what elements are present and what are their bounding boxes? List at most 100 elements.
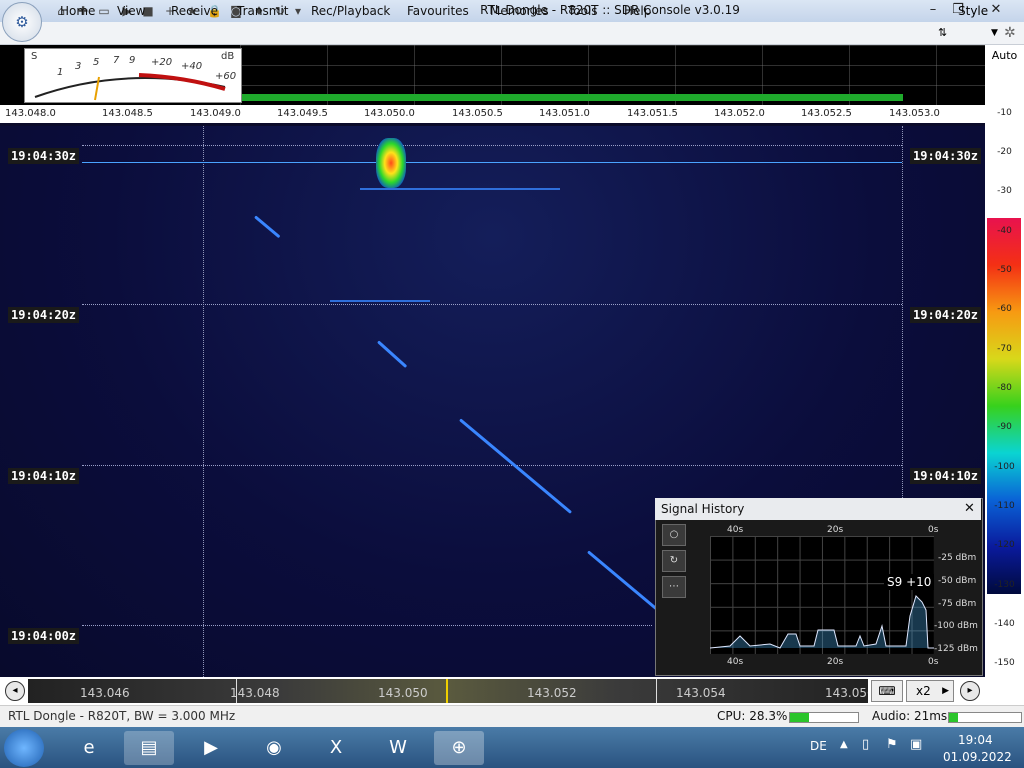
- style-menu[interactable]: Style: [958, 4, 988, 18]
- freq-label: 143.048.0: [5, 108, 56, 119]
- menu-rec-playback[interactable]: Rec/Playback: [311, 4, 390, 18]
- menu-receive[interactable]: Receive: [171, 4, 218, 18]
- scroll-right-button[interactable]: ▸: [960, 681, 980, 701]
- history-time-label: 40s: [727, 657, 744, 667]
- band-freq-label: 143.048: [230, 686, 280, 700]
- scroll-left-button[interactable]: ◂: [5, 681, 25, 701]
- keyboard-button[interactable]: ⌨: [871, 680, 903, 702]
- signal-history-trace: [710, 595, 934, 649]
- time-label: 19:04:00z: [8, 628, 80, 644]
- spectrum-trace: [240, 94, 903, 101]
- reset-icon[interactable]: ↻: [662, 550, 686, 572]
- freq-label: 143.048.5: [102, 108, 153, 119]
- menu-transmit[interactable]: Transmit: [237, 4, 288, 18]
- record-icon[interactable]: ○: [662, 524, 686, 546]
- level-label: -50: [997, 265, 1012, 275]
- tray-device-icon[interactable]: ▯: [862, 737, 869, 752]
- menu-memories[interactable]: Memories: [490, 4, 549, 18]
- word-icon[interactable]: W: [373, 731, 423, 765]
- level-label: -90: [997, 422, 1012, 432]
- level-label: -130: [994, 580, 1015, 590]
- excel-icon[interactable]: X: [311, 731, 361, 765]
- menu-help[interactable]: Help: [624, 4, 651, 18]
- minimize-button[interactable]: –: [922, 1, 944, 19]
- history-dbm-label: -125 dBm: [934, 644, 978, 654]
- s-meter-arc: [34, 73, 226, 101]
- time-label: 19:04:10z: [910, 468, 982, 484]
- folder-icon[interactable]: ▭: [97, 4, 111, 18]
- freq-gridline: [203, 126, 204, 677]
- menu-bar: [0, 22, 1024, 45]
- cpu-usage: CPU: 28.3%: [717, 709, 788, 723]
- band-edge-marker: [656, 679, 657, 703]
- tray-network-icon[interactable]: ▣: [910, 737, 922, 752]
- play-arrow-icon: ▶: [942, 686, 949, 696]
- signal-history-title: Signal History: [661, 502, 745, 516]
- freq-label: 143.052.0: [714, 108, 765, 119]
- menu-view[interactable]: View: [117, 4, 145, 18]
- level-label: -110: [994, 501, 1015, 511]
- settings-gear-icon[interactable]: ✲: [1004, 25, 1016, 41]
- band-freq-label: 143.054: [676, 686, 726, 700]
- more-icon[interactable]: ⋯: [662, 576, 686, 598]
- freq-label: 143.050.0: [364, 108, 415, 119]
- audio-meter: [948, 712, 1022, 723]
- menu-home[interactable]: Home: [60, 4, 95, 18]
- level-label: -30: [997, 186, 1012, 196]
- time-label: 19:04:10z: [8, 468, 80, 484]
- style-arrows-icon: ⇅: [938, 26, 948, 39]
- app-menu-button[interactable]: ⚙: [2, 2, 42, 42]
- freq-label: 143.050.5: [452, 108, 503, 119]
- history-time-label: 20s: [827, 525, 844, 535]
- start-button[interactable]: [4, 729, 44, 767]
- clock-date[interactable]: 01.09.2022: [943, 750, 1012, 764]
- tuning-marker[interactable]: [446, 679, 448, 703]
- time-gridline: [82, 625, 652, 626]
- close-button[interactable]: ✕: [985, 1, 1007, 19]
- level-label: -20: [997, 147, 1012, 157]
- keyboard-icon: ⌨: [878, 684, 896, 698]
- language-indicator[interactable]: DE: [810, 739, 827, 753]
- history-time-label: 20s: [827, 657, 844, 667]
- level-label: -70: [997, 344, 1012, 354]
- zoom-x2-button[interactable]: x2 ▶: [906, 680, 954, 702]
- history-dbm-label: -75 dBm: [938, 599, 977, 609]
- freq-label: 143.049.0: [190, 108, 241, 119]
- level-label: -140: [994, 619, 1015, 629]
- time-label: 19:04:20z: [8, 307, 80, 323]
- carrier-line: [360, 188, 560, 190]
- history-time-label: 0s: [928, 525, 939, 535]
- clock-time[interactable]: 19:04: [958, 733, 993, 747]
- band-freq-label: 143.050: [378, 686, 428, 700]
- chrome-icon[interactable]: ◉: [249, 731, 299, 765]
- s-meter: S dB 1 3 5 7 9 +20 +40 +60: [24, 48, 242, 103]
- carrier-line: [330, 300, 430, 302]
- time-gridline: [82, 304, 902, 305]
- tray-expand-icon[interactable]: ▲: [840, 739, 848, 750]
- signal-history-close-icon[interactable]: ✕: [964, 501, 975, 516]
- level-label: -100: [994, 462, 1015, 472]
- signal-reading: S9 +10: [884, 574, 935, 590]
- customize-dropdown-icon[interactable]: ▾: [291, 4, 305, 18]
- level-label: -40: [997, 226, 1012, 236]
- style-dropdown-icon[interactable]: ▼: [991, 28, 998, 38]
- time-gridline: [82, 145, 902, 146]
- sdr-console-icon[interactable]: ⊕: [434, 731, 484, 765]
- internet-explorer-icon[interactable]: e: [64, 731, 114, 765]
- tray-flag-icon[interactable]: ⚑: [886, 737, 898, 752]
- level-label: -150: [994, 658, 1015, 668]
- media-player-icon[interactable]: ▶: [186, 731, 236, 765]
- time-label: 19:04:20z: [910, 307, 982, 323]
- history-time-label: 40s: [727, 525, 744, 535]
- band-freq-label: 143.052: [527, 686, 577, 700]
- menu-favourites[interactable]: Favourites: [407, 4, 469, 18]
- time-label: 19:04:30z: [910, 148, 982, 164]
- frequency-band-slider[interactable]: [28, 679, 868, 703]
- history-dbm-label: -25 dBm: [938, 553, 977, 563]
- menu-tools[interactable]: Tools: [568, 4, 598, 18]
- audio-meter-fill: [949, 713, 958, 722]
- level-label: -10: [997, 108, 1012, 118]
- file-explorer-icon[interactable]: ▤: [124, 731, 174, 765]
- auto-level-button[interactable]: Auto: [985, 45, 1024, 67]
- device-status: RTL Dongle - R820T, BW = 3.000 MHz: [8, 709, 236, 723]
